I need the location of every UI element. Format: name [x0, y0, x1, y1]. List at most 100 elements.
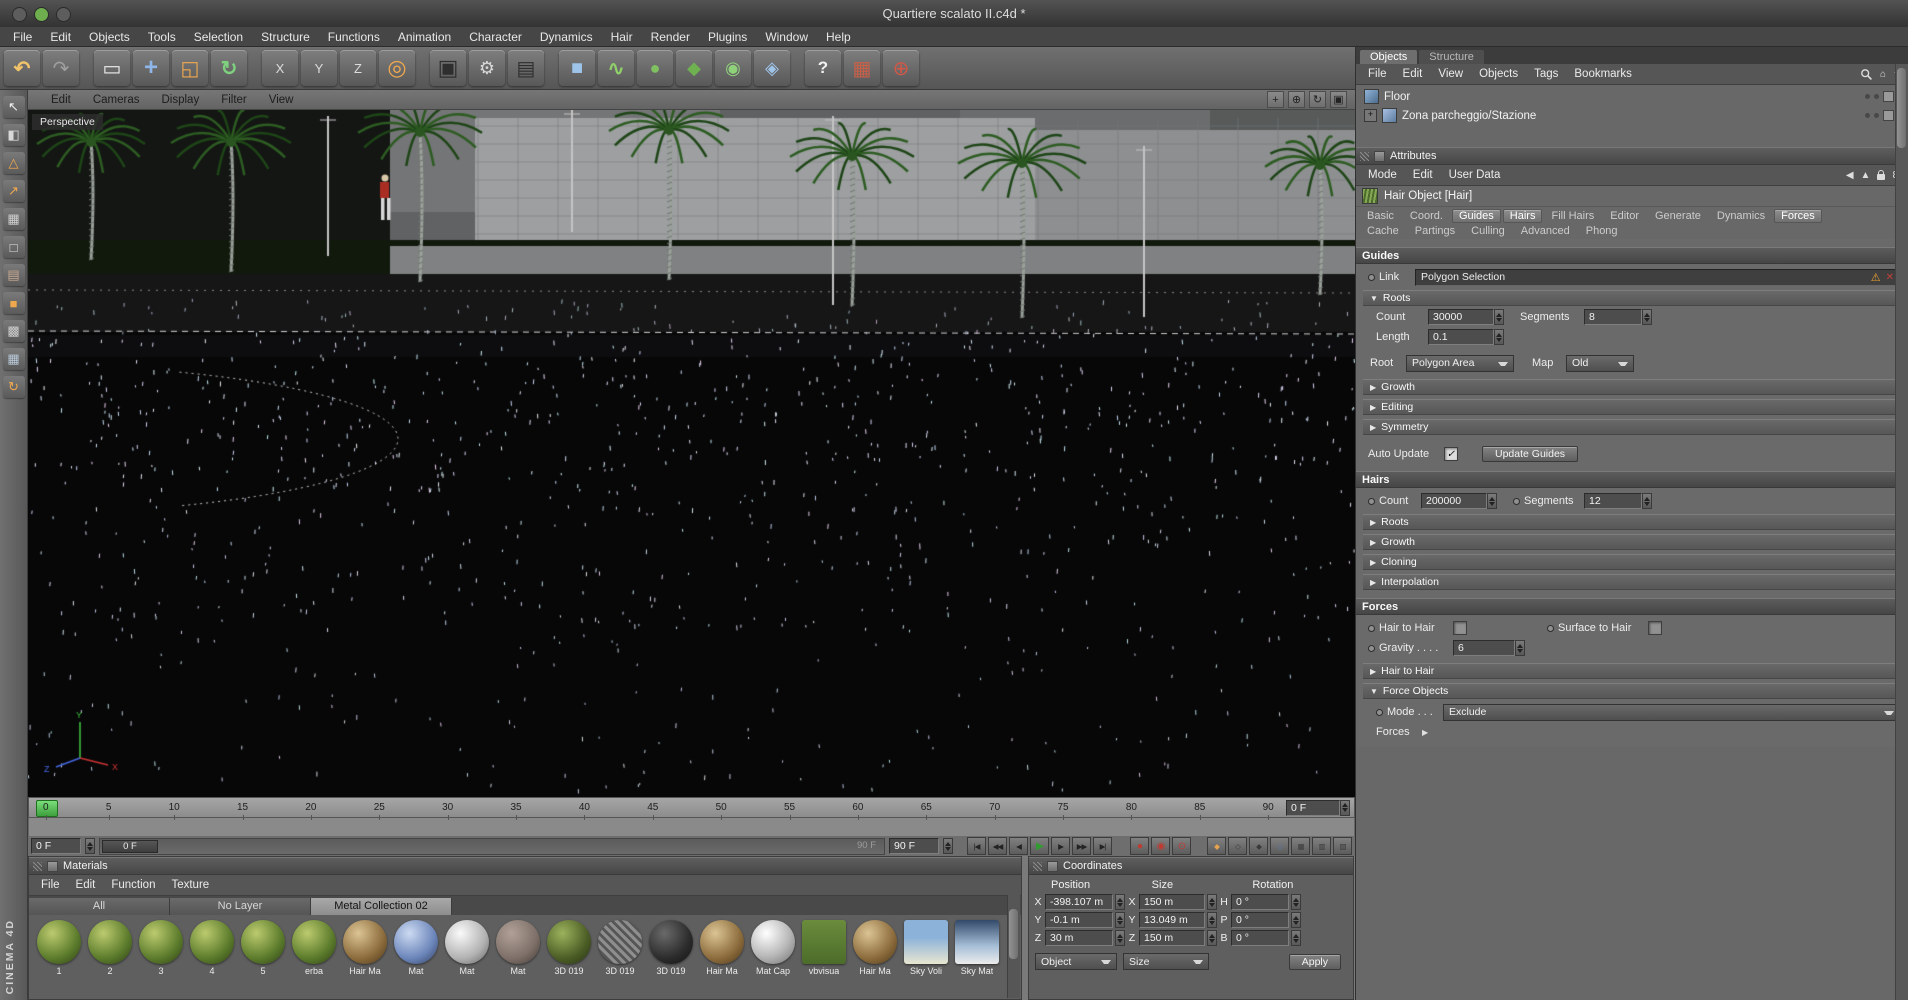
attributes-menu-item[interactable]: Edit: [1405, 169, 1441, 181]
object-manager-menu-item[interactable]: View: [1430, 68, 1471, 80]
enable-quantize-icon[interactable]: ↻: [2, 376, 25, 398]
add-spline-icon[interactable]: ∿: [598, 50, 634, 86]
lock-icon[interactable]: [1877, 170, 1886, 180]
object-label[interactable]: Floor: [1384, 91, 1410, 103]
guides-symmetry-section-bar[interactable]: ▶ Symmetry: [1363, 419, 1901, 435]
menu-item[interactable]: Structure: [252, 30, 319, 44]
rotation-stepper[interactable]: [1291, 894, 1301, 910]
size-field[interactable]: 150 m: [1139, 894, 1205, 910]
position-field[interactable]: 30 m: [1045, 930, 1113, 946]
guide-length-field[interactable]: 0.1: [1428, 329, 1494, 345]
manager-tab[interactable]: Objects: [1360, 50, 1418, 64]
history-up-icon[interactable]: ▲: [1861, 170, 1871, 181]
toolbar-separator[interactable]: [547, 50, 556, 86]
close-button[interactable]: [12, 7, 27, 22]
size-stepper[interactable]: [1207, 912, 1217, 928]
viewport-menu-item[interactable]: Display: [150, 94, 210, 106]
attributes-menu-item[interactable]: Mode: [1360, 169, 1405, 181]
hair-segments-field[interactable]: 12: [1584, 493, 1642, 509]
toolbar-separator[interactable]: [82, 50, 91, 86]
keyframe-dot-icon[interactable]: [1368, 624, 1375, 632]
range-start-field[interactable]: 0 F: [31, 838, 81, 854]
material-item[interactable]: 4: [188, 920, 236, 999]
rotation-field[interactable]: 0 °: [1231, 912, 1289, 928]
pan-view-icon[interactable]: +: [1267, 91, 1284, 108]
viewport-label[interactable]: Perspective: [32, 114, 103, 130]
hairs-cloning-section-bar[interactable]: ▶ Cloning: [1363, 554, 1901, 570]
material-item[interactable]: Hair Ma: [851, 920, 899, 999]
scene-browser-icon[interactable]: ⌂: [1880, 69, 1886, 80]
size-field[interactable]: 13.049 m: [1139, 912, 1205, 928]
record-keyframe-button[interactable]: ●: [1130, 837, 1149, 855]
guides-section-header[interactable]: Guides: [1356, 247, 1908, 264]
attributes-menu-item[interactable]: User Data: [1441, 169, 1509, 181]
material-item[interactable]: vbvisua: [800, 920, 848, 999]
position-stepper[interactable]: [1115, 930, 1125, 946]
hairs-interpolation-section-bar[interactable]: ▶ Interpolation: [1363, 574, 1901, 590]
menu-item[interactable]: Window: [756, 30, 817, 44]
guide-root-dropdown[interactable]: Polygon Area: [1406, 354, 1514, 372]
material-item[interactable]: 3D 019: [596, 920, 644, 999]
pla-key-toggle[interactable]: ▦: [1291, 837, 1310, 855]
viewport-menu-item[interactable]: Cameras: [82, 94, 151, 106]
materials-menu-item[interactable]: Texture: [163, 879, 217, 891]
add-primitive-icon[interactable]: ■: [559, 50, 595, 86]
material-item[interactable]: Hair Ma: [341, 920, 389, 999]
hairs-section-header[interactable]: Hairs: [1356, 471, 1908, 488]
attribute-tab[interactable]: Partings: [1408, 224, 1462, 238]
position-field[interactable]: -398.107 m: [1045, 894, 1113, 910]
guide-segments-stepper[interactable]: [1642, 309, 1652, 325]
apply-button[interactable]: Apply: [1288, 953, 1341, 970]
history-back-icon[interactable]: ◀: [1846, 170, 1854, 181]
materials-layer-tab[interactable]: No Layer: [170, 898, 311, 915]
position-stepper[interactable]: [1115, 894, 1125, 910]
guide-count-stepper[interactable]: [1494, 309, 1504, 325]
goto-start-button[interactable]: |◀: [967, 837, 986, 855]
object-visibility-toggles[interactable]: [1865, 110, 1894, 121]
redo-icon[interactable]: ↷: [43, 50, 79, 86]
current-frame-stepper[interactable]: [1340, 799, 1350, 816]
render-queue-icon[interactable]: ▤: [508, 50, 544, 86]
coordinates-header[interactable]: Coordinates: [1029, 857, 1353, 875]
object-visibility-toggles[interactable]: [1865, 91, 1894, 102]
hairs-roots-section-bar[interactable]: ▶ Roots: [1363, 514, 1901, 530]
gravity-field[interactable]: 6: [1453, 640, 1515, 656]
size-stepper[interactable]: [1207, 894, 1217, 910]
zoom-view-icon[interactable]: ⊕: [1288, 91, 1305, 108]
toggle-view-icon[interactable]: ▣: [1330, 91, 1347, 108]
position-key-toggle[interactable]: ◆: [1207, 837, 1226, 855]
menu-item[interactable]: Hair: [602, 30, 642, 44]
next-key-button[interactable]: ▶▶: [1072, 837, 1091, 855]
material-item[interactable]: 1: [35, 920, 83, 999]
material-item[interactable]: Hair Ma: [698, 920, 746, 999]
lock-z-axis-icon[interactable]: Z: [340, 50, 376, 86]
object-manager-menu-item[interactable]: Tags: [1526, 68, 1566, 80]
materials-header[interactable]: Materials: [29, 857, 1021, 875]
materials-layer-tab[interactable]: All: [29, 898, 170, 915]
rotate-view-icon[interactable]: ↻: [1309, 91, 1326, 108]
coordinate-object-dropdown[interactable]: Object: [1035, 953, 1117, 970]
scale-tool-icon[interactable]: ◱: [172, 50, 208, 86]
material-item[interactable]: Sky Mat: [953, 920, 1001, 999]
hair-segments-stepper[interactable]: [1642, 493, 1652, 509]
materials-layer-tab[interactable]: Metal Collection 02: [311, 898, 452, 915]
undo-icon[interactable]: ↶: [4, 50, 40, 86]
range-end-stepper[interactable]: [943, 838, 953, 854]
attribute-tab[interactable]: Cache: [1360, 224, 1406, 238]
online-updater-icon[interactable]: ⊕: [883, 50, 919, 86]
keyframe-dot-icon[interactable]: [1368, 644, 1375, 652]
live-selection-icon[interactable]: ▭: [94, 50, 130, 86]
menu-item[interactable]: Character: [460, 30, 531, 44]
viewport[interactable]: Perspective: [28, 110, 1355, 798]
viewport-solo-icon[interactable]: ▩: [2, 320, 25, 342]
render-view-icon[interactable]: ▣: [430, 50, 466, 86]
materials-menu-item[interactable]: File: [33, 879, 68, 891]
model-mode-icon[interactable]: ◧: [2, 124, 25, 146]
help-pointer-icon[interactable]: ?: [805, 50, 841, 86]
rotation-stepper[interactable]: [1291, 912, 1301, 928]
add-generator-icon[interactable]: ●: [637, 50, 673, 86]
guide-map-dropdown[interactable]: Old: [1566, 354, 1634, 372]
attribute-tab[interactable]: Generate: [1648, 209, 1708, 223]
rotation-stepper[interactable]: [1291, 930, 1301, 946]
menu-item[interactable]: Animation: [389, 30, 460, 44]
